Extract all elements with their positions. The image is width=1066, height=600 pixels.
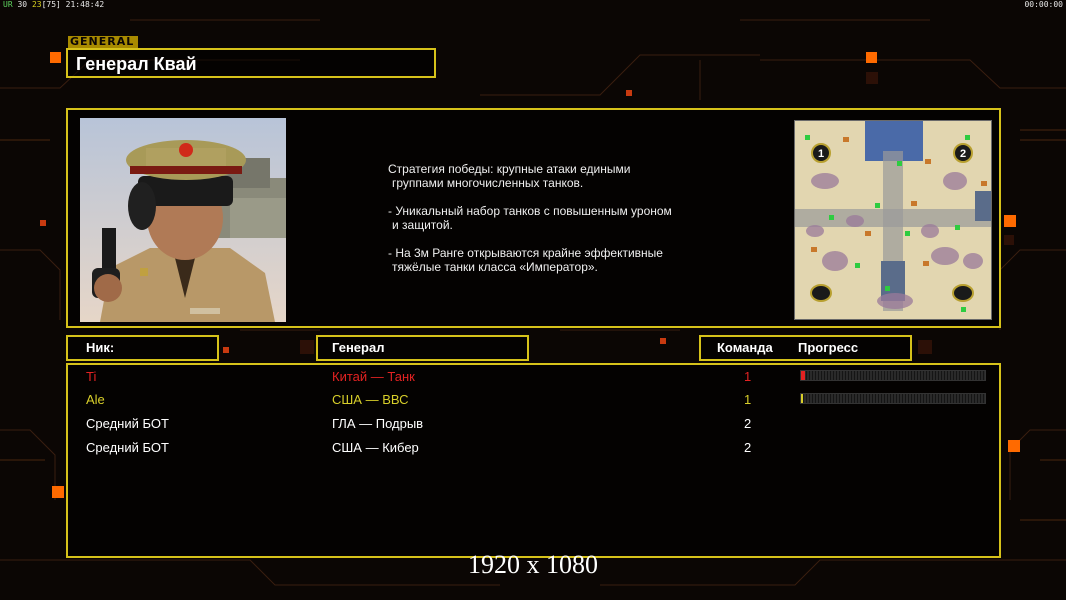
hud-timer: 00:00:00 [1024, 0, 1063, 9]
desc-line: - Уникальный набор танков с повышенным у… [388, 204, 672, 218]
desc-line: - На 3м Ранге открываются крайне эффекти… [388, 246, 663, 260]
hud-bracket: [75] [41, 0, 61, 9]
header-nick: Ник: [66, 335, 219, 361]
player-nick: Средний БОТ [86, 440, 169, 455]
player-row: Ale США — ВВС 1 [68, 389, 999, 411]
player-nick: Средний БОТ [86, 416, 169, 431]
player-team: 1 [744, 369, 752, 384]
header-progress-label: Прогресс [798, 340, 859, 355]
player-general: США — Кибер [332, 440, 419, 455]
header-nick-label: Ник: [86, 340, 115, 355]
header-general-label: Генерал [332, 340, 385, 355]
desc-line: группами многочисленных танков. [392, 176, 584, 190]
player-team: 2 [744, 440, 752, 455]
hud-fps: 30 [17, 0, 28, 9]
map-start-2: 2 [960, 148, 966, 160]
resolution-label: 1920 x 1080 [468, 550, 598, 579]
player-progress-fill [801, 394, 804, 403]
map-start-1: 1 [818, 148, 824, 160]
player-general: Китай — Танк [332, 369, 415, 384]
player-general: США — ВВС [332, 392, 409, 407]
hud-stats: UR 30 23[75] 21:48:42 [3, 0, 104, 9]
player-progress-fill [801, 371, 805, 380]
hud-count: 23 [31, 0, 42, 9]
player-row: Средний БОТ ГЛА — Подрыв 2 [68, 413, 999, 435]
desc-line: тяжёлые танки класса «Император». [392, 260, 598, 274]
player-team: 1 [744, 392, 752, 407]
player-progress-bar [800, 370, 986, 381]
map-preview: 1 2 [794, 120, 992, 320]
general-portrait [80, 118, 286, 322]
player-team: 2 [744, 416, 752, 431]
players-list: Ti Китай — Танк 1 Ale США — ВВС 1 Средни… [66, 363, 1001, 558]
general-info-panel: Стратегия победы: крупные атаки едиными … [66, 108, 1001, 328]
player-row: Средний БОТ США — Кибер 2 [68, 437, 999, 459]
player-row: Ti Китай — Танк 1 [68, 366, 999, 388]
hud-clock: 21:48:42 [65, 0, 105, 9]
desc-line: и защитой. [392, 218, 453, 232]
player-general: ГЛА — Подрыв [332, 416, 424, 431]
header-team-label: Команда [717, 340, 773, 355]
strategy-description: Стратегия победы: крупные атаки едиными … [388, 162, 718, 288]
header-team-progress: Команда Прогресс [699, 335, 912, 361]
hud-ur-label: UR [3, 0, 13, 9]
header-general: Генерал [316, 335, 529, 361]
general-title: Генерал Квай [76, 54, 197, 74]
player-nick: Ale [86, 392, 105, 407]
desc-line: Стратегия победы: крупные атаки едиными [388, 162, 631, 176]
general-title-box: Генерал Квай [66, 48, 436, 78]
section-tag: GENERAL [68, 36, 138, 48]
player-nick: Ti [86, 369, 97, 384]
player-progress-bar [800, 393, 986, 404]
